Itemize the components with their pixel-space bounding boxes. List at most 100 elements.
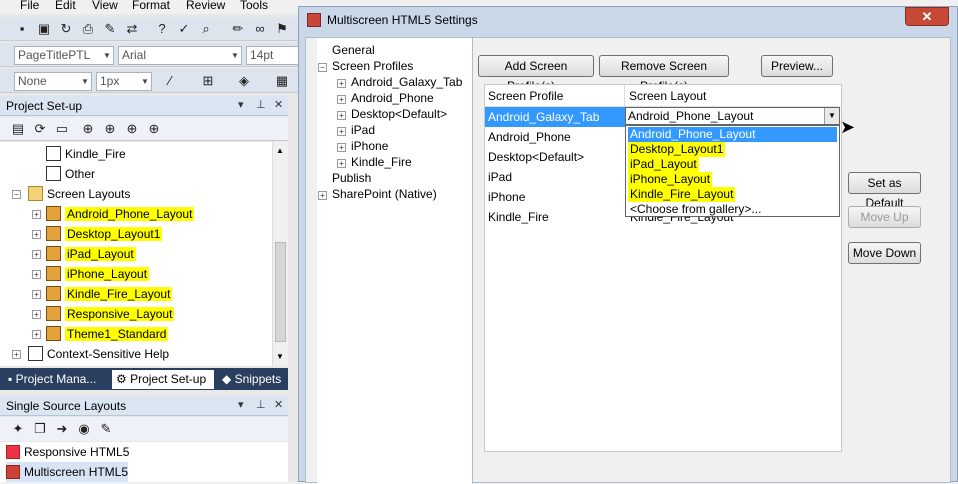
expand-icon[interactable]: + — [337, 143, 346, 152]
panel-menu-icon[interactable]: ▾ — [238, 398, 244, 411]
border-style-combo[interactable]: None ▼ — [14, 72, 92, 91]
expand-icon[interactable]: + — [32, 250, 41, 259]
scroll-up-icon[interactable]: ▲ — [276, 146, 284, 155]
tree-item-profile[interactable]: iPhone — [351, 138, 388, 154]
tree-item-layout[interactable]: iPhone_Layout — [46, 264, 150, 284]
borders-icon[interactable]: ⊞ — [200, 73, 216, 89]
expand-icon[interactable]: + — [32, 210, 41, 219]
collapse-icon[interactable]: − — [318, 63, 327, 72]
expand-icon[interactable]: + — [32, 270, 41, 279]
line-color-icon[interactable]: ∕ — [162, 73, 178, 89]
expand-icon[interactable]: + — [337, 159, 346, 168]
table-row-profile[interactable]: iPad — [485, 167, 625, 187]
dropdown-option[interactable]: Kindle_Fire_Layout — [628, 187, 736, 202]
fill-color-icon[interactable]: ◈ — [236, 73, 252, 89]
properties-icon[interactable]: ✎ — [98, 421, 114, 437]
tree-item-profile[interactable]: Desktop<Default> — [351, 106, 447, 122]
close-icon[interactable]: ✕ — [274, 98, 283, 111]
tree-item-layout[interactable]: Theme1_Standard — [46, 324, 169, 344]
border-width-combo[interactable]: 1px ▼ — [96, 72, 152, 91]
expand-icon[interactable]: + — [32, 230, 41, 239]
collapse-icon[interactable]: − — [12, 190, 21, 199]
table-row-profile[interactable]: Kindle_Fire — [485, 207, 625, 227]
table-row-profile[interactable]: Android_Phone — [485, 127, 625, 147]
cycle-icon[interactable]: ⟳ — [32, 121, 48, 137]
dropdown-option[interactable]: iPad_Layout — [628, 157, 699, 172]
tab-project-manager[interactable]: ▪ Project Mana... — [4, 370, 108, 389]
generate-icon[interactable]: ➜ — [54, 421, 70, 437]
tab-project-setup[interactable]: ⚙ Project Set-up — [112, 370, 214, 389]
tree-item-profile[interactable]: Kindle_Fire — [351, 154, 412, 170]
remove-screen-profile-button[interactable]: Remove Screen Profile(s) — [599, 55, 729, 93]
layout-select[interactable]: Android_Phone_Layout ▼ — [625, 107, 840, 125]
save-all-icon[interactable]: ▣ — [36, 21, 52, 37]
close-icon[interactable]: ✕ — [274, 398, 283, 411]
menu-tools[interactable]: Tools — [240, 0, 268, 12]
pencil-icon[interactable]: ✏ — [230, 21, 246, 37]
dropdown-option[interactable]: <Choose from gallery>... — [628, 202, 763, 217]
spellcheck-icon[interactable]: ✓ — [176, 21, 192, 37]
add-layout-icon[interactable]: ⊕ — [102, 121, 118, 137]
view-icon[interactable]: ◉ — [76, 421, 92, 437]
tree-item-layout[interactable]: Kindle_Fire_Layout — [46, 284, 173, 304]
copy-icon[interactable]: ❐ — [32, 421, 48, 437]
tree-item-general[interactable]: General — [332, 42, 375, 58]
dropdown-option[interactable]: iPhone_Layout — [628, 172, 713, 187]
dropdown-option[interactable]: Desktop_Layout1 — [628, 142, 726, 157]
print-icon[interactable]: ⎙ — [80, 21, 96, 37]
scroll-thumb[interactable] — [275, 242, 286, 342]
link-icon[interactable]: ∞ — [252, 21, 268, 37]
menu-file[interactable]: File — [20, 0, 39, 12]
tree-item-publish[interactable]: Publish — [332, 170, 371, 186]
tree-item-kindle-fire[interactable]: Kindle_Fire — [46, 144, 126, 164]
style-combo[interactable]: PageTitlePTL ▼ — [14, 46, 114, 65]
add-screen-profile-button[interactable]: Add Screen Profile(s)... — [478, 55, 594, 93]
add-layout-icon[interactable]: ⊕ — [80, 121, 96, 137]
expand-icon[interactable]: + — [32, 330, 41, 339]
tree-item-sharepoint[interactable]: SharePoint (Native) — [332, 186, 437, 202]
window-icon[interactable]: ▭ — [54, 121, 70, 137]
bookmark-icon[interactable]: ⚑ — [274, 21, 290, 37]
add-layout-icon[interactable]: ⊕ — [146, 121, 162, 137]
menu-format[interactable]: Format — [132, 0, 170, 12]
add-layout-icon[interactable]: ⊕ — [124, 121, 140, 137]
table-row-profile[interactable]: Desktop<Default> — [485, 147, 625, 167]
tree-item-profile[interactable]: iPad — [351, 122, 375, 138]
scroll-down-icon[interactable]: ▼ — [276, 352, 284, 361]
expand-icon[interactable]: + — [337, 111, 346, 120]
find-icon[interactable]: ⌕ — [198, 21, 214, 37]
tree-scrollbar[interactable]: ▲ ▼ — [272, 142, 288, 366]
expand-icon[interactable]: + — [318, 191, 327, 200]
panel-menu-icon[interactable]: ▾ — [238, 98, 244, 111]
new-layout-icon[interactable]: ✦ — [10, 421, 26, 437]
menu-review[interactable]: Review — [186, 0, 225, 12]
tree-item-layout[interactable]: Android_Phone_Layout — [46, 204, 195, 224]
column-header-profile[interactable]: Screen Profile — [485, 85, 625, 107]
edit-icon[interactable]: ✎ — [102, 21, 118, 37]
move-up-button[interactable]: Move Up — [848, 206, 921, 228]
chevron-down-icon[interactable]: ▼ — [824, 108, 839, 124]
table-row-profile[interactable]: Android_Galaxy_Tab — [485, 107, 625, 127]
expand-icon[interactable]: + — [32, 290, 41, 299]
tree-item-profile[interactable]: Android_Galaxy_Tab — [351, 74, 462, 90]
sync-icon[interactable]: ⇄ — [124, 21, 140, 37]
tree-item-layout[interactable]: Desktop_Layout1 — [46, 224, 163, 244]
pin-icon[interactable]: ⊥ — [256, 398, 266, 411]
refresh-icon[interactable]: ↻ — [58, 21, 74, 37]
tree-item-context-help[interactable]: Context-Sensitive Help — [28, 344, 169, 364]
list-item-responsive-html5[interactable]: Responsive HTML5 — [6, 442, 129, 462]
expand-icon[interactable]: + — [12, 350, 21, 359]
expand-icon[interactable]: + — [337, 127, 346, 136]
preview-button[interactable]: Preview... — [761, 55, 833, 77]
tree-item-screen-layouts[interactable]: Screen Layouts — [28, 184, 130, 204]
table-icon[interactable]: ▦ — [274, 73, 290, 89]
expand-icon[interactable]: + — [337, 79, 346, 88]
move-down-button[interactable]: Move Down — [848, 242, 921, 264]
save-icon[interactable]: ▪ — [14, 21, 30, 37]
new-icon[interactable]: ▤ — [10, 121, 26, 137]
menu-edit[interactable]: Edit — [55, 0, 76, 12]
tree-item-profile[interactable]: Android_Phone — [351, 90, 434, 106]
help-icon[interactable]: ? — [154, 21, 170, 37]
size-combo[interactable]: 14pt — [246, 46, 300, 65]
tree-item-other[interactable]: Other — [46, 164, 95, 184]
